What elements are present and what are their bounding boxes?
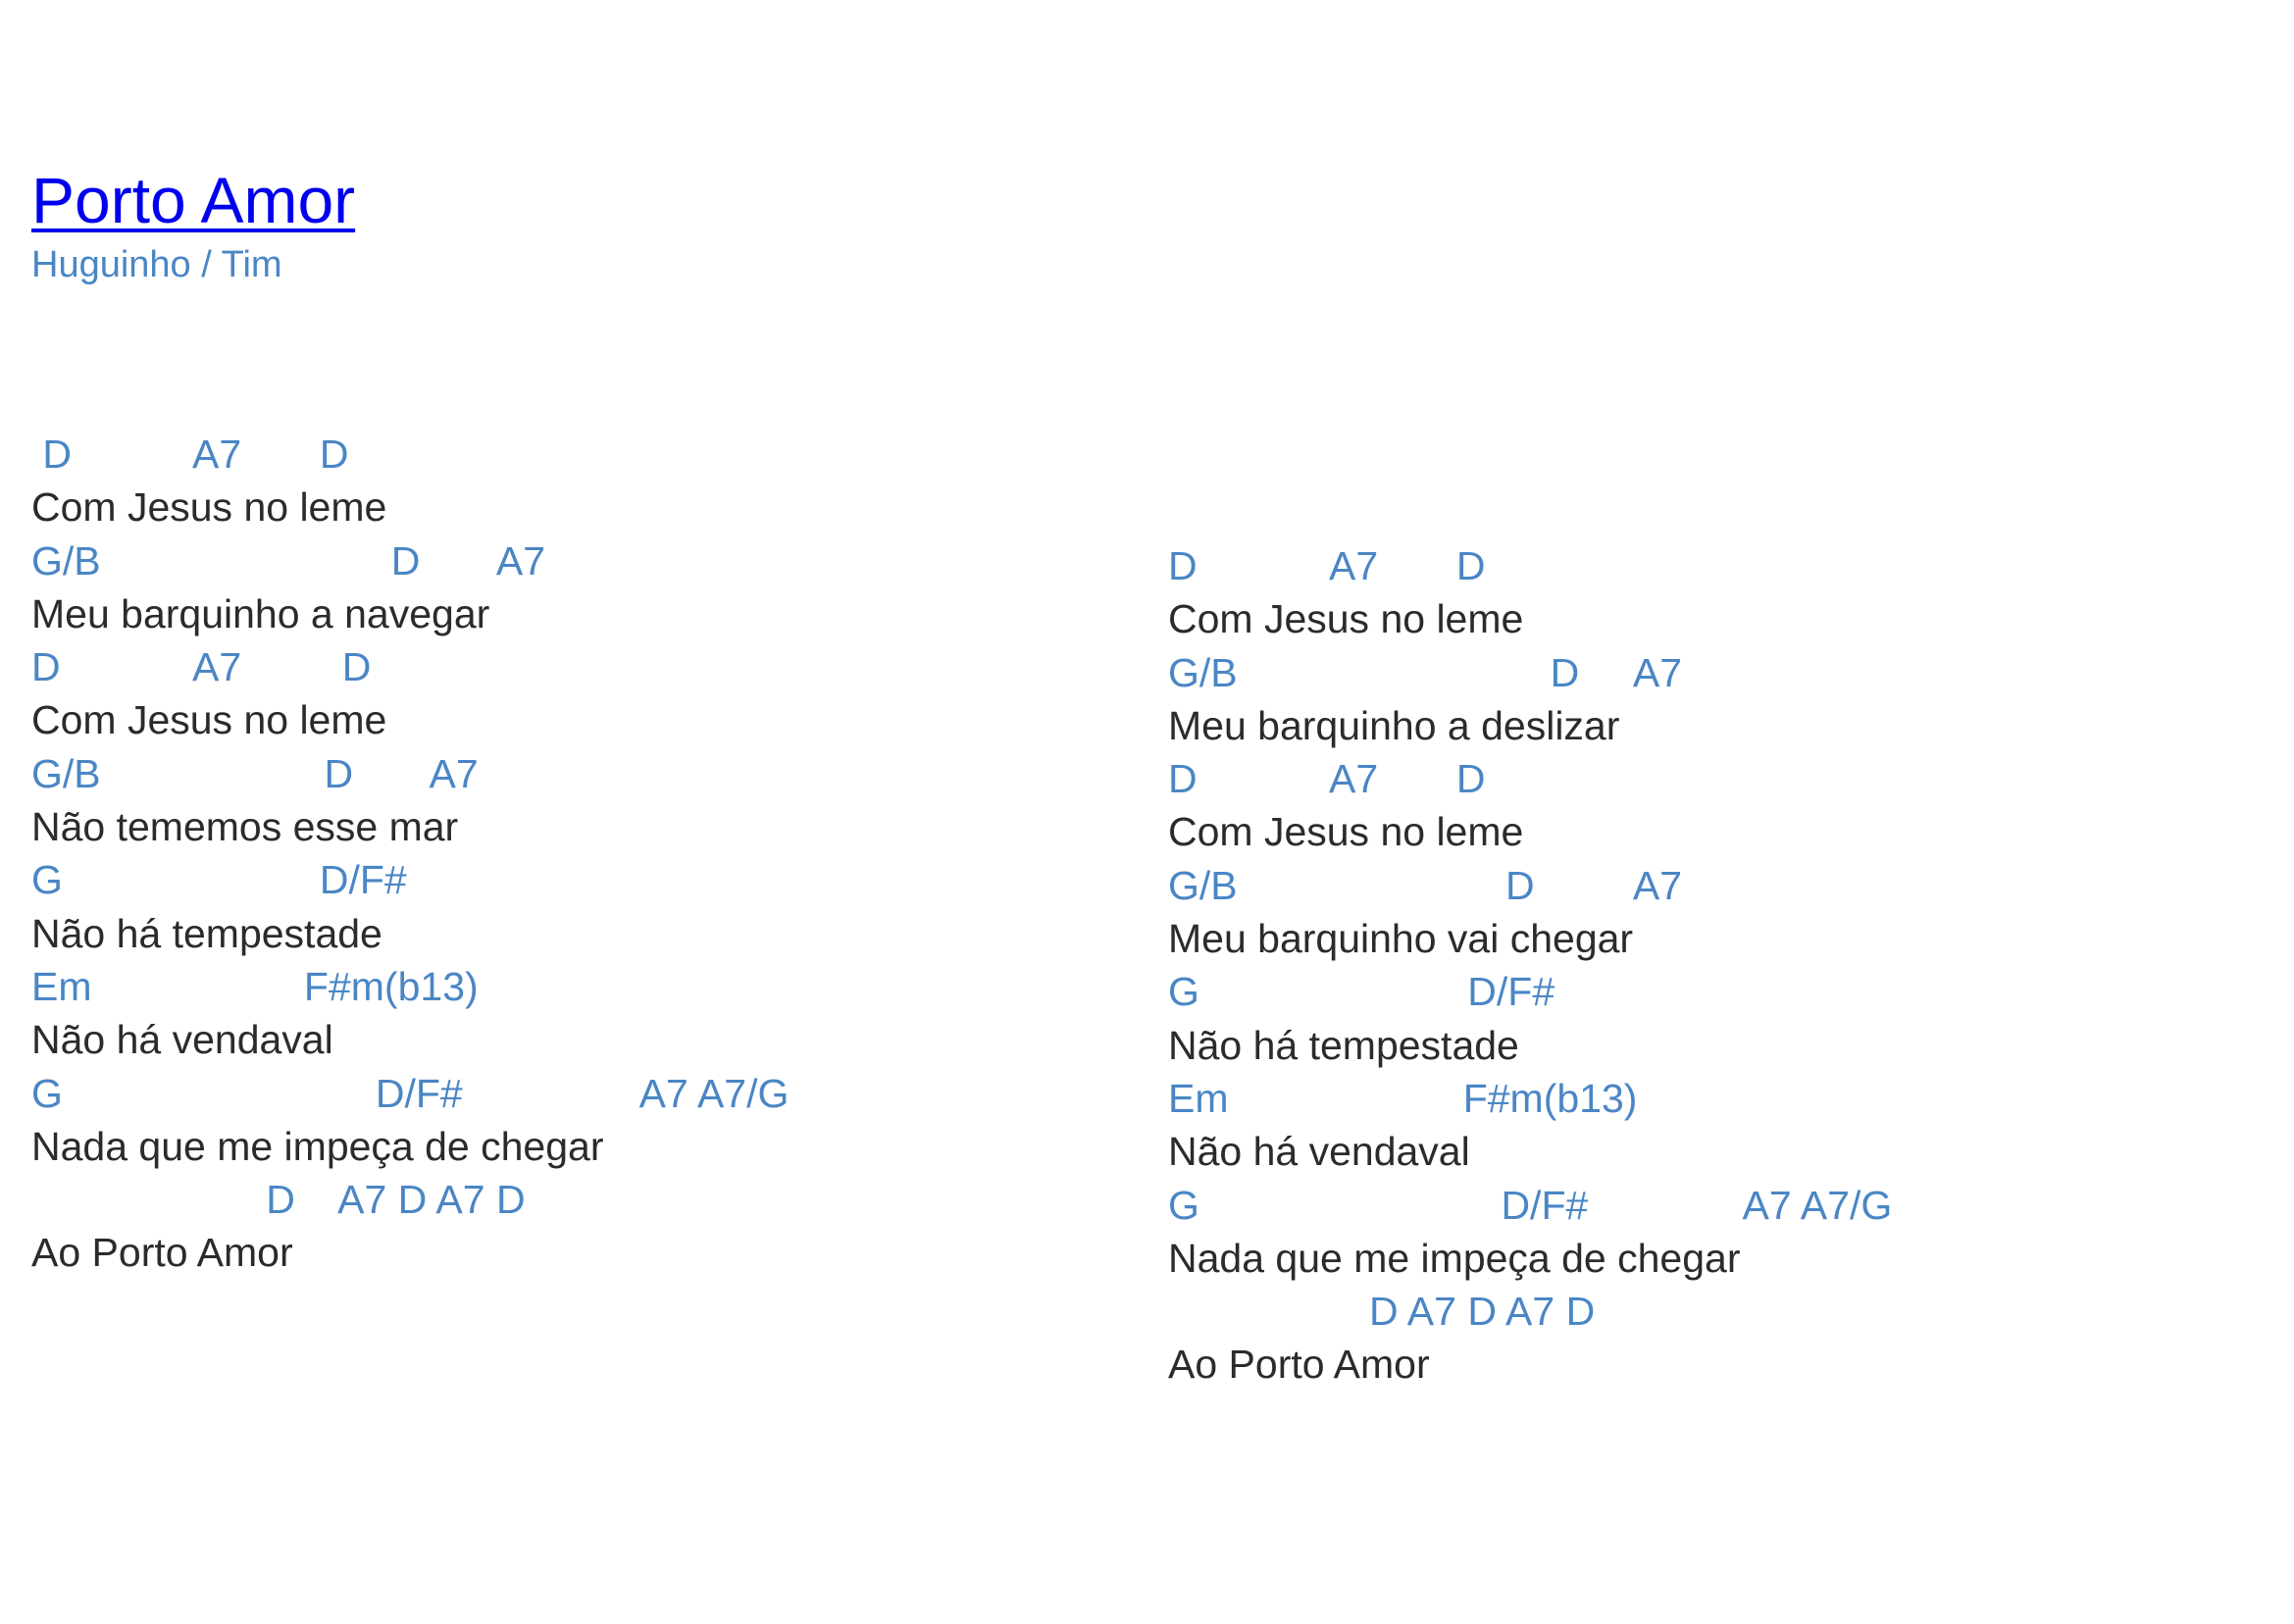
lyric-line: Não há tempestade xyxy=(1168,1022,1519,1068)
chord-line: G D/F# A7 A7/G xyxy=(31,1070,790,1116)
chord-line: D A7 D xyxy=(1168,543,1486,588)
chord-line: D A7 D xyxy=(31,431,349,477)
chord-line: D A7 D xyxy=(31,644,372,690)
lyric-line: Ao Porto Amor xyxy=(31,1230,293,1276)
chord-line: D A7 D A7 D xyxy=(31,1177,526,1223)
chord-line: D A7 D A7 D xyxy=(1168,1289,1596,1335)
chord-line: G/B D A7 xyxy=(1168,862,1683,908)
chord-line: G/B D A7 xyxy=(1168,649,1683,695)
lyric-line: Com Jesus no leme xyxy=(1168,596,1524,642)
lyric-line: Com Jesus no leme xyxy=(31,697,387,743)
chord-line: G/B D A7 xyxy=(31,537,546,584)
lyric-line: Meu barquinho a deslizar xyxy=(1168,702,1620,748)
lyric-line: Nada que me impeça de chegar xyxy=(31,1123,604,1169)
lyric-line: Ao Porto Amor xyxy=(1168,1342,1430,1388)
lyrics-column-left: D A7 D Com Jesus no leme G/B D A7 Meu barqu… xyxy=(31,428,789,1280)
lyric-line: Meu barquinho vai chegar xyxy=(1168,916,1634,962)
chord-line: D A7 D xyxy=(1168,756,1486,802)
song-title-link[interactable]: Porto Amor xyxy=(31,161,355,239)
chord-line: G/B D A7 xyxy=(31,750,479,796)
lyrics-column-right: D A7 D Com Jesus no leme G/B D A7 Meu barqu… xyxy=(1168,539,1892,1392)
song-authors: Huguinho / Tim xyxy=(31,244,282,285)
lyric-line: Não há vendaval xyxy=(1168,1129,1470,1175)
lyric-line: Não há tempestade xyxy=(31,910,382,956)
chord-line: Em F#m(b13) xyxy=(1168,1075,1638,1121)
lyric-line: Nada que me impeça de chegar xyxy=(1168,1235,1741,1281)
chord-line: G D/F# A7 A7/G xyxy=(1168,1182,1893,1228)
lyric-line: Com Jesus no leme xyxy=(1168,809,1524,855)
lyric-line: Não tememos esse mar xyxy=(31,804,459,850)
chord-line: G D/F# xyxy=(1168,969,1555,1015)
lyric-line: Meu barquinho a navegar xyxy=(31,590,490,636)
chord-line: G D/F# xyxy=(31,857,407,903)
chord-line: Em F#m(b13) xyxy=(31,963,479,1009)
lyric-line: Com Jesus no leme xyxy=(31,484,387,531)
lyric-line: Não há vendaval xyxy=(31,1017,333,1063)
